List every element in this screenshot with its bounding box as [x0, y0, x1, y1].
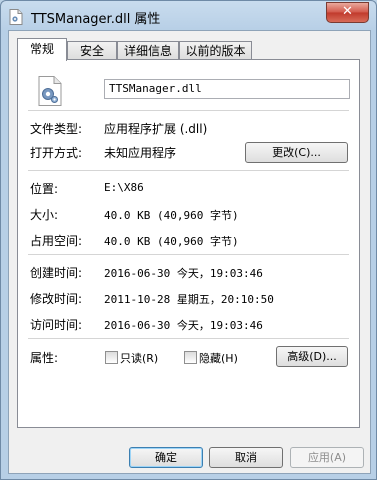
file-type-label: 文件类型:: [30, 122, 83, 136]
size-on-disk-value: 40.0 KB (40,960 字节): [104, 235, 239, 248]
size-label: 大小:: [30, 208, 59, 222]
properties-window: TTSManager.dll 属性 ✕ 常规 安全 详细信息 以前的版本 TTS…: [0, 0, 377, 480]
separator: [28, 254, 349, 255]
location-value: E:\X86: [104, 181, 144, 194]
advanced-button[interactable]: 高级(D)...: [276, 346, 348, 367]
hidden-checkbox[interactable]: [184, 351, 197, 364]
readonly-checkbox-label[interactable]: 只读(R): [120, 350, 158, 366]
separator: [28, 338, 349, 339]
location-label: 位置:: [30, 182, 59, 196]
size-on-disk-label: 占用空间:: [30, 234, 83, 248]
opens-with-label: 打开方式:: [30, 146, 83, 160]
tab-security[interactable]: 安全: [67, 41, 117, 60]
tab-previous-versions[interactable]: 以前的版本: [179, 41, 252, 60]
created-label: 创建时间:: [30, 266, 83, 280]
modified-value: 2011-10-28 星期五，20:10:50: [104, 293, 274, 306]
change-button[interactable]: 更改(C)...: [245, 142, 348, 163]
separator: [28, 110, 349, 111]
file-type-value: 应用程序扩展 (.dll): [104, 122, 208, 136]
size-value: 40.0 KB (40,960 字节): [104, 209, 239, 222]
accessed-value: 2016-06-30 今天，19:03:46: [104, 319, 263, 332]
title-bar[interactable]: TTSManager.dll 属性 ✕: [1, 1, 376, 31]
window-title: TTSManager.dll 属性: [31, 12, 161, 27]
general-tab-panel: TTSManager.dll 文件类型: 应用程序扩展 (.dll) 打开方式:…: [17, 59, 360, 428]
attributes-label: 属性:: [30, 351, 59, 365]
readonly-checkbox[interactable]: [105, 351, 118, 364]
created-value: 2016-06-30 今天，19:03:46: [104, 267, 263, 280]
dll-file-large-icon: [38, 76, 62, 106]
close-button[interactable]: ✕: [326, 2, 369, 23]
opens-with-value: 未知应用程序: [104, 146, 177, 160]
dll-file-icon: [9, 9, 23, 25]
tab-details[interactable]: 详细信息: [117, 41, 179, 60]
ok-button[interactable]: 确定: [129, 447, 203, 468]
modified-label: 修改时间:: [30, 292, 83, 306]
accessed-label: 访问时间:: [30, 318, 83, 332]
dialog-client: 常规 安全 详细信息 以前的版本 TTSManager.dll 文件类型: 应用…: [8, 30, 371, 474]
tab-general[interactable]: 常规: [17, 38, 67, 61]
cancel-button[interactable]: 取消: [209, 447, 283, 468]
hidden-checkbox-label[interactable]: 隐藏(H): [199, 350, 238, 366]
file-name-field[interactable]: TTSManager.dll: [104, 79, 350, 99]
apply-button[interactable]: 应用(A): [290, 447, 364, 468]
separator: [28, 170, 349, 171]
